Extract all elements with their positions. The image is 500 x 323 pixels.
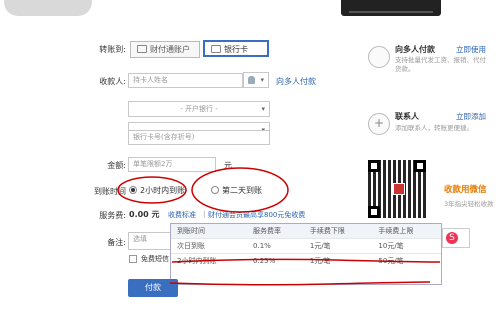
arrival-nextday-label: 第二天到账 (222, 186, 262, 195)
tab-bank-card[interactable]: 银行卡 (203, 40, 269, 57)
amount-input[interactable]: 单笔限额2万 (128, 157, 216, 172)
table-cell: 50元/笔 (372, 252, 441, 268)
fee-col-header: 服务费率 (247, 224, 304, 238)
floating-s-icon[interactable] (442, 228, 470, 248)
card-icon (211, 45, 221, 53)
multi-payee-title: 向多人付款 (395, 45, 435, 54)
payee-label: 收款人: (99, 77, 126, 86)
contacts-add-link[interactable]: 立即添加 (456, 111, 486, 122)
free-sms-checkbox[interactable] (129, 255, 137, 263)
arrival-2h-radio[interactable] (129, 186, 137, 194)
payee-name-input[interactable]: 持卡人姓名 (128, 73, 243, 88)
fee-separator: | (203, 210, 206, 218)
service-fee-value: 0.00 元 (129, 210, 160, 219)
table-cell: 2小时内到账 (171, 252, 248, 268)
fee-col-header: 到账时间 (171, 224, 248, 238)
table-cell: 1元/笔 (303, 252, 373, 268)
fee-standard-popup: 到账时间 服务费率 手续费下限 手续费上限 次日到账 0.1% 1元/笔 10元… (170, 223, 442, 285)
top-bar (0, 0, 500, 22)
contacts-title: 联系人 (395, 112, 419, 121)
tab-card-label: 银行卡 (224, 45, 248, 54)
fee-col-header: 手续费下限 (303, 224, 373, 238)
contact-picker-button[interactable]: ▾ (243, 72, 269, 88)
arrival-time-label: 到账时间 (94, 187, 126, 196)
top-dark-banner (341, 0, 441, 16)
note-label: 备注: (107, 238, 126, 247)
table-cell: 0.25% (247, 252, 304, 268)
multi-payee-use-link[interactable]: 立即使用 (456, 44, 486, 55)
contact-add-icon: + (368, 113, 390, 135)
table-cell: 10元/笔 (372, 237, 441, 253)
fee-table-header: 到账时间 服务费率 手续费下限 手续费上限 (171, 224, 441, 238)
amount-label: 金额: (107, 161, 126, 170)
qr-finder (368, 160, 380, 172)
qr-logo (393, 183, 405, 195)
transfer-to-label: 转账到: (99, 45, 126, 54)
pay-button[interactable]: 付款 (128, 279, 178, 297)
service-fee-label: 服务费: (99, 211, 126, 220)
tab-tenpay-account[interactable]: 财付通账户 (130, 41, 200, 58)
table-cell: 0.1% (247, 237, 304, 253)
card-number-input[interactable]: 银行卡号(含存折号) (128, 130, 270, 145)
arrival-2h-label: 2小时内到账 (140, 186, 186, 195)
fee-col-header: 手续费上限 (372, 224, 441, 238)
chevron-down-icon: ▾ (260, 76, 264, 84)
qr-finder (368, 206, 380, 218)
table-cell: 次日到账 (171, 237, 248, 253)
qr-finder (414, 160, 426, 172)
table-cell: 1元/笔 (303, 237, 373, 253)
top-tab-shape (4, 0, 92, 16)
account-icon (137, 45, 147, 53)
chevron-down-icon: ▾ (261, 105, 265, 113)
bank-select-value: - 开户银行 - (180, 105, 218, 113)
person-icon (248, 76, 255, 84)
fee-table: 到账时间 服务费率 手续费下限 手续费上限 次日到账 0.1% 1元/笔 10元… (171, 224, 441, 268)
promo-title: 收款用微信 (444, 185, 487, 195)
multi-payee-desc: 支持批量代发工资、报销、代付货款。 (395, 56, 486, 73)
plus-icon: + (374, 116, 385, 130)
multi-payee-icon (368, 46, 390, 68)
table-row: 次日到账 0.1% 1元/笔 10元/笔 (171, 237, 441, 253)
table-row: 2小时内到账 0.25% 1元/笔 50元/笔 (171, 252, 441, 268)
tab-account-label: 财付通账户 (150, 45, 190, 54)
bank-select[interactable]: - 开户银行 - ▾ (128, 101, 270, 117)
free-sms-label: 免费短信 (141, 255, 169, 263)
promo-desc: 3年指尖轻松收款 (444, 200, 494, 208)
amount-unit: 元 (224, 161, 232, 170)
note-input[interactable]: 选填 (128, 232, 172, 250)
fee-standard-link[interactable]: 收费标准 (168, 210, 196, 220)
multi-payee-link[interactable]: 向多人付款 (276, 76, 316, 87)
contacts-desc: 添加联系人，转账更便捷。 (395, 124, 473, 132)
arrival-nextday-radio[interactable] (211, 186, 219, 194)
fee-member-link[interactable]: 财付通会员最高享800元免收费 (208, 210, 305, 220)
